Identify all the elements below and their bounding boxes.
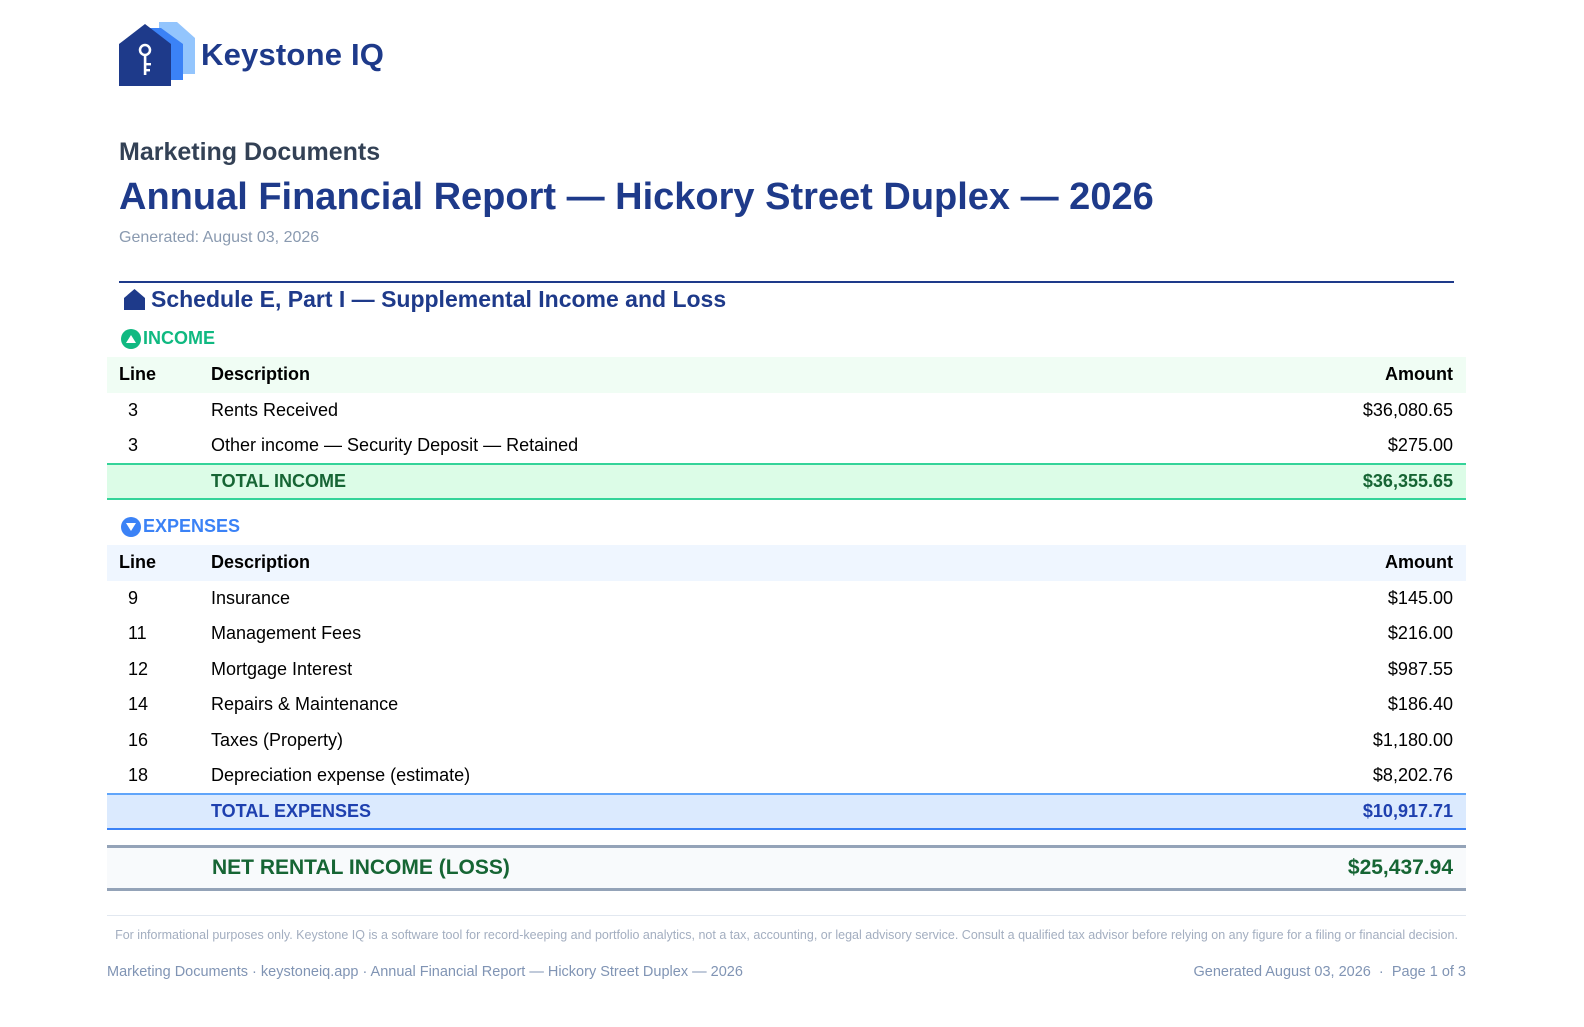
expenses-header-row: Line Description Amount	[107, 545, 1466, 581]
total-income-label: TOTAL INCOME	[199, 462, 1179, 500]
net-rental-income-row: NET RENTAL INCOME (LOSS) $25,437.94	[107, 845, 1466, 891]
total-income-amount: $36,355.65	[1178, 462, 1466, 500]
house-icon	[124, 289, 145, 310]
column-header-description: Description	[211, 552, 311, 573]
table-row: 12 Mortgage Interest $987.55	[107, 652, 1466, 688]
income-heading-label: INCOME	[143, 328, 215, 348]
amount: $186.40	[1387, 694, 1453, 715]
table-row: 9 Insurance $145.00	[107, 581, 1466, 617]
generated-date: Generated: August 03, 2026	[119, 229, 320, 246]
total-expenses-row: TOTAL EXPENSES $10,917.71	[107, 792, 1466, 830]
expenses-heading: EXPENSES	[121, 516, 240, 537]
description: Rents Received	[211, 399, 339, 420]
schedule-heading: Schedule E, Part I — Supplemental Income…	[123, 286, 726, 313]
total-expenses-amount: $10,917.71	[1100, 792, 1466, 830]
expenses-heading-label: EXPENSES	[143, 516, 241, 536]
table-row: 18 Depreciation expense (estimate) $8,20…	[107, 758, 1466, 794]
page-number: Page 1 of 3	[1391, 964, 1466, 980]
description: Other income — Security Deposit — Retain…	[211, 434, 579, 455]
description: Depreciation expense (estimate)	[211, 764, 471, 785]
line-number: 14	[128, 694, 149, 715]
page-title: Annual Financial Report — Hickory Street…	[119, 176, 1154, 218]
description: Repairs & Maintenance	[211, 694, 399, 715]
amount: $145.00	[1387, 587, 1453, 608]
expenses-table: Line Description Amount 9 Insurance $145…	[107, 545, 1466, 830]
amount: $1,180.00	[1372, 729, 1453, 750]
column-header-amount: Amount	[1385, 552, 1453, 573]
brand-logo: Keystone IQ	[119, 22, 384, 88]
description: Insurance	[211, 587, 291, 608]
table-row: 3 Other income — Security Deposit — Reta…	[107, 428, 1466, 464]
table-row: 11 Management Fees $216.00	[107, 616, 1466, 652]
footer-separator: ·	[1374, 964, 1388, 980]
total-line-empty	[107, 462, 199, 500]
line-number: 12	[128, 658, 149, 679]
document-category: Marketing Documents	[119, 138, 381, 166]
total-line-empty	[107, 792, 199, 830]
amount: $275.00	[1387, 434, 1453, 455]
income-header-row: Line Description Amount	[107, 357, 1466, 393]
brand-name: Keystone IQ	[201, 37, 385, 72]
line-number: 3	[128, 399, 139, 420]
line-number: 16	[128, 729, 149, 750]
line-number: 18	[128, 764, 149, 785]
income-heading: INCOME	[121, 328, 215, 349]
description: Taxes (Property)	[211, 729, 344, 750]
footer-generated-date: Generated August 03, 2026	[1193, 964, 1371, 980]
footer-page-info: Generated August 03, 2026 · Page 1 of 3	[1194, 964, 1467, 980]
column-header-line: Line	[119, 552, 157, 573]
net-rental-income-amount: $25,437.94	[1347, 856, 1453, 879]
arrow-down-circle-icon	[121, 516, 141, 537]
description: Mortgage Interest	[211, 658, 353, 679]
footer-divider	[107, 915, 1466, 916]
total-expenses-label: TOTAL EXPENSES	[199, 792, 1101, 830]
total-income-row: TOTAL INCOME $36,355.65	[107, 462, 1466, 500]
header-divider	[119, 281, 1454, 283]
table-row: 3 Rents Received $36,080.65	[107, 393, 1466, 429]
schedule-title: Schedule E, Part I — Supplemental Income…	[151, 286, 727, 312]
line-number: 3	[128, 434, 139, 455]
income-table: Line Description Amount 3 Rents Received…	[107, 357, 1466, 500]
table-row: 14 Repairs & Maintenance $186.40	[107, 687, 1466, 723]
house-key-logo-icon	[119, 22, 195, 86]
disclaimer: For informational purposes only. Keyston…	[115, 928, 1458, 942]
line-number: 11	[128, 623, 147, 644]
footer-document-info: Marketing Documents · keystoneiq.app · A…	[107, 964, 743, 980]
line-number: 9	[128, 587, 139, 608]
arrow-up-circle-icon	[121, 328, 141, 349]
table-row: 16 Taxes (Property) $1,180.00	[107, 723, 1466, 759]
column-header-description: Description	[211, 364, 311, 385]
net-rental-income-label: NET RENTAL INCOME (LOSS)	[212, 856, 510, 879]
description: Management Fees	[211, 623, 362, 644]
column-header-line: Line	[119, 364, 157, 385]
amount: $36,080.65	[1362, 399, 1453, 420]
amount: $987.55	[1387, 658, 1453, 679]
amount: $8,202.76	[1372, 764, 1453, 785]
column-header-amount: Amount	[1385, 364, 1453, 385]
amount: $216.00	[1387, 623, 1453, 644]
